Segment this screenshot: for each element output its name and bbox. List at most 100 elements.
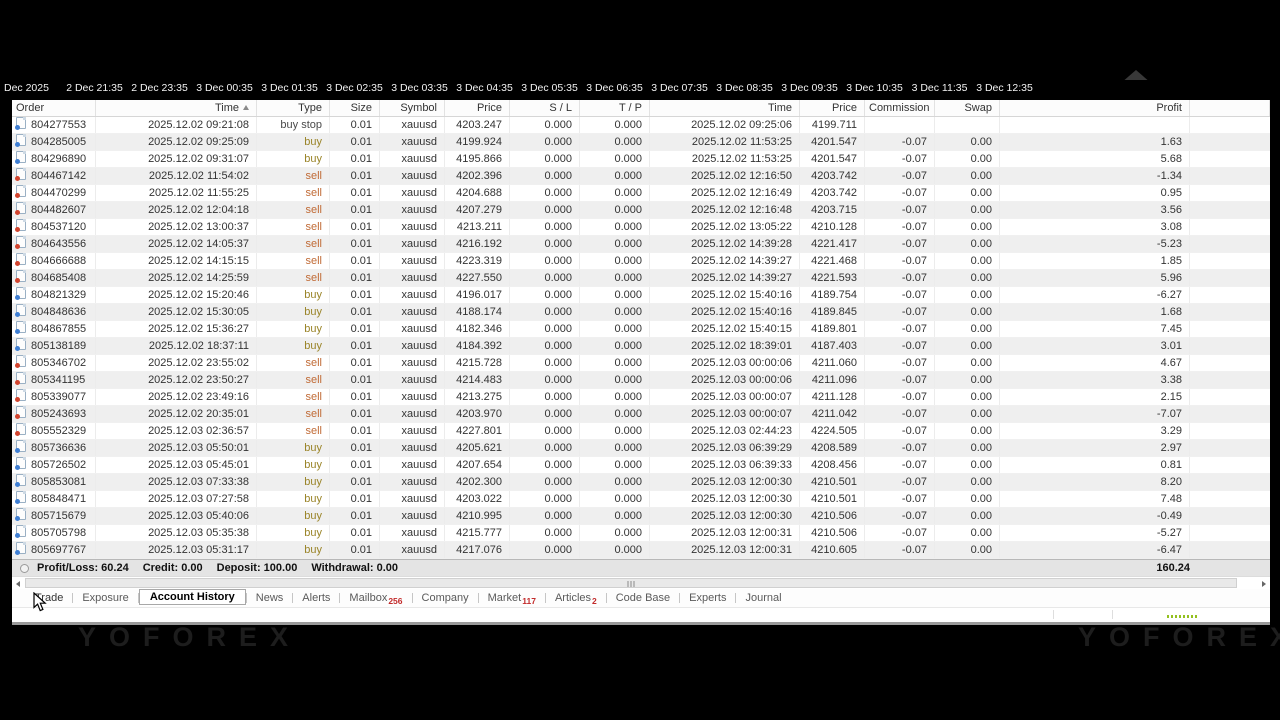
history-table-row[interactable]: 8046854082025.12.02 14:25:59sell0.01xauu… [12,270,1270,287]
cell-text: 805243693 [31,408,86,420]
horizontal-scrollbar[interactable] [12,576,1270,589]
history-table-row[interactable]: 8053411952025.12.02 23:50:27sell0.01xauu… [12,372,1270,389]
tab-news[interactable]: News [247,591,293,605]
tab-label: Experts [689,592,726,604]
cell-tp: 0.000 [580,372,650,388]
history-table-row[interactable]: 8057156792025.12.03 05:40:06buy0.01xauus… [12,508,1270,525]
cell-close_price: 4203.715 [800,202,865,218]
cell-profit: 0.95 [1000,185,1190,201]
cell-order: 804277553 [12,117,96,133]
column-header-tail[interactable] [1190,100,1270,116]
history-table-row[interactable]: 8052436932025.12.02 20:35:01sell0.01xauu… [12,406,1270,423]
cell-commission: -0.07 [865,270,935,286]
column-header-label: Time [768,102,792,114]
cell-text: 4207.654 [456,459,502,471]
history-table-row[interactable]: 8048213292025.12.02 15:20:46buy0.01xauus… [12,287,1270,304]
cell-tp: 0.000 [580,440,650,456]
history-table-row[interactable]: 8042968902025.12.02 09:31:07buy0.01xauus… [12,151,1270,168]
column-header-close_price[interactable]: Price [800,100,865,116]
history-table-row[interactable]: 8051381892025.12.02 18:37:11buy0.01xauus… [12,338,1270,355]
history-table-row[interactable]: 8057366362025.12.03 05:50:01buy0.01xauus… [12,440,1270,457]
column-header-close_time[interactable]: Time [650,100,800,116]
history-table-row[interactable]: 8058530812025.12.03 07:33:38buy0.01xauus… [12,474,1270,491]
tab-market[interactable]: Market117 [479,591,545,605]
cell-price: 4207.279 [445,202,510,218]
cell-close_price: 4224.505 [800,423,865,439]
column-header-price[interactable]: Price [445,100,510,116]
column-header-type[interactable]: Type [257,100,330,116]
history-table-row[interactable]: 8048678552025.12.02 15:36:27buy0.01xauus… [12,321,1270,338]
scrollbar-thumb[interactable] [25,578,1237,588]
cell-text: 4211.042 [812,408,857,420]
cell-open_time: 2025.12.02 15:20:46 [96,287,257,303]
column-header-size[interactable]: Size [330,100,380,116]
history-table-row[interactable]: 8046435562025.12.02 14:05:37sell0.01xauu… [12,236,1270,253]
column-header-open_time[interactable]: Time [96,100,257,116]
tab-articles[interactable]: Articles2 [546,591,606,605]
column-header-commission[interactable]: Commission [865,100,935,116]
cell-text: 805715679 [31,510,86,522]
history-table-row[interactable]: 8044826072025.12.02 12:04:18sell0.01xauu… [12,202,1270,219]
cell-text: 0.000 [544,272,572,284]
history-table-row[interactable]: 8044702992025.12.02 11:55:25sell0.01xauu… [12,185,1270,202]
history-table-row[interactable]: 8046666882025.12.02 14:15:15sell0.01xauu… [12,253,1270,270]
cell-text: -0.07 [902,289,927,301]
cell-price: 4203.022 [445,491,510,507]
column-header-tp[interactable]: T / P [580,100,650,116]
cell-text: 804470299 [31,187,86,199]
tab-journal[interactable]: Journal [736,591,790,605]
cell-text: 0.00 [971,204,992,216]
cell-open_time: 2025.12.03 07:27:58 [96,491,257,507]
cell-text: 0.000 [614,204,642,216]
scroll-left-arrow-icon[interactable] [12,578,24,589]
cell-profit: 1.63 [1000,134,1190,150]
history-table-row[interactable]: 8045371202025.12.02 13:00:37sell0.01xauu… [12,219,1270,236]
column-header-order[interactable]: Order [12,100,96,116]
history-table-row[interactable]: 8056977672025.12.03 05:31:17buy0.01xauus… [12,542,1270,559]
column-header-symbol[interactable]: Symbol [380,100,445,116]
cell-text: 2025.12.02 20:35:01 [148,408,249,420]
history-table-row[interactable]: 8057265022025.12.03 05:45:01buy0.01xauus… [12,457,1270,474]
tab-mailbox[interactable]: Mailbox256 [340,591,411,605]
history-table-row[interactable]: 8044671422025.12.02 11:54:02sell0.01xauu… [12,168,1270,185]
cell-text: xauusd [402,272,437,284]
history-table-row[interactable]: 8055523292025.12.03 02:36:57sell0.01xauu… [12,423,1270,440]
cell-swap: 0.00 [935,185,1000,201]
cell-text: xauusd [402,204,437,216]
scroll-right-arrow-icon[interactable] [1258,578,1270,589]
cell-text: 2025.12.02 15:40:15 [691,323,792,335]
history-table-row[interactable]: 8053467022025.12.02 23:55:02sell0.01xauu… [12,355,1270,372]
cell-close_price: 4201.547 [800,134,865,150]
time-axis-label: 3 Dec 03:35 [387,82,452,94]
tab-exposure[interactable]: Exposure [73,591,137,605]
cell-close_time: 2025.12.03 06:39:29 [650,440,800,456]
cell-sl: 0.000 [510,117,580,133]
tab-company[interactable]: Company [413,591,478,605]
history-table-row[interactable]: 8057057982025.12.03 05:35:38buy0.01xauus… [12,525,1270,542]
cell-tp: 0.000 [580,542,650,558]
tab-code-base[interactable]: Code Base [607,591,679,605]
cell-sl: 0.000 [510,304,580,320]
column-header-sl[interactable]: S / L [510,100,580,116]
history-table-row[interactable]: 8053390772025.12.02 23:49:16sell0.01xauu… [12,389,1270,406]
cell-text: 0.00 [971,340,992,352]
cell-close_price: 4210.605 [800,542,865,558]
tab-experts[interactable]: Experts [680,591,735,605]
history-table-row[interactable]: 8042775532025.12.02 09:21:08buy stop0.01… [12,117,1270,134]
tab-alerts[interactable]: Alerts [293,591,339,605]
cell-text: 0.000 [544,357,572,369]
yoforex-watermark: YOFOREX [78,622,301,653]
cell-tail [1190,287,1270,303]
history-table-row[interactable]: 8042850052025.12.02 09:25:09buy0.01xauus… [12,134,1270,151]
cell-text: -1.34 [1157,170,1182,182]
column-header-profit[interactable]: Profit [1000,100,1190,116]
column-header-swap[interactable]: Swap [935,100,1000,116]
cell-text: buy [304,459,322,471]
cell-swap: 0.00 [935,491,1000,507]
history-table-row[interactable]: 8048486362025.12.02 15:30:05buy0.01xauus… [12,304,1270,321]
cell-commission: -0.07 [865,440,935,456]
tab-account-history[interactable]: Account History [139,589,246,605]
cell-text: buy [304,306,322,318]
history-table-row[interactable]: 8058484712025.12.03 07:27:58buy0.01xauus… [12,491,1270,508]
order-document-icon [16,151,26,163]
